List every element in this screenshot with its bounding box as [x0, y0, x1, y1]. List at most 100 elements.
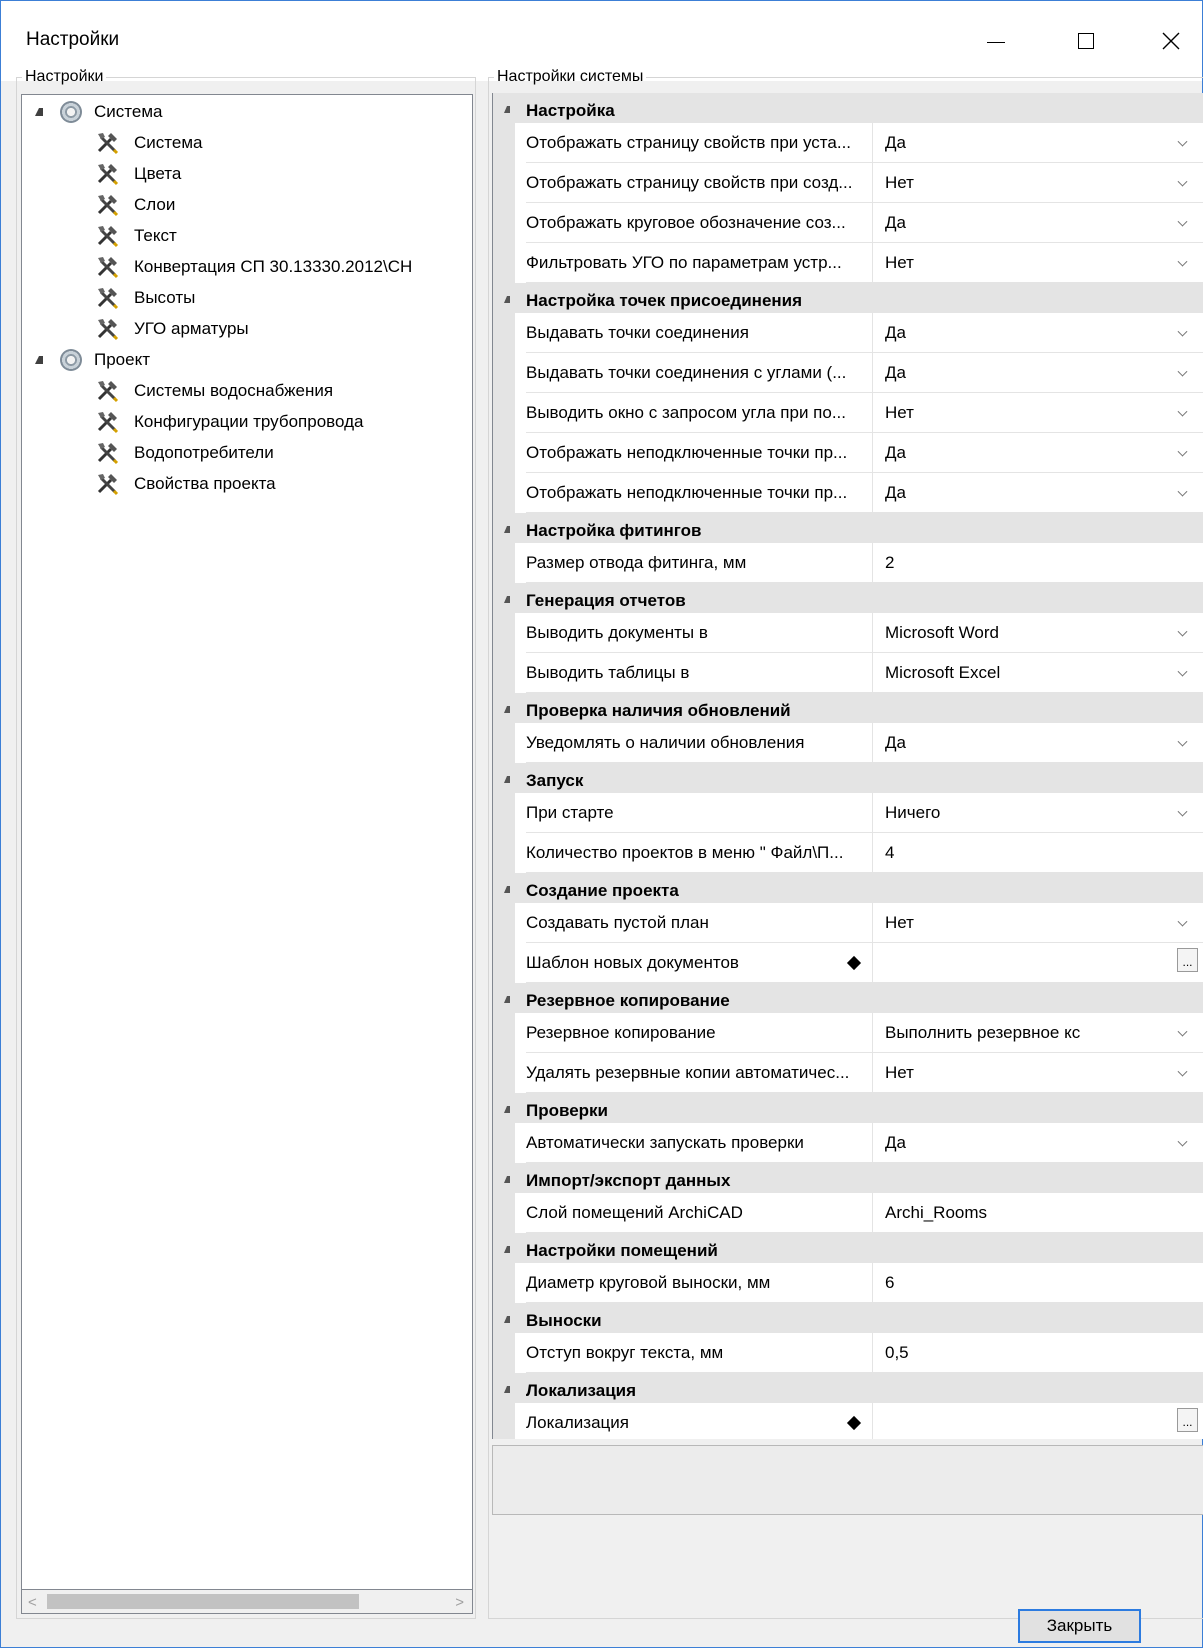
- property-row[interactable]: Выдавать точки соединения с углами (... Д…: [493, 353, 1203, 393]
- category-row[interactable]: Настройка фитингов: [493, 513, 1203, 543]
- collapse-arrow-icon[interactable]: [504, 106, 510, 113]
- chevron-down-icon[interactable]: [1177, 1066, 1188, 1077]
- property-row[interactable]: Локализация...: [493, 1403, 1203, 1439]
- chevron-down-icon[interactable]: [1177, 626, 1188, 637]
- tree-leaf[interactable]: Свойства проекта: [96, 469, 276, 499]
- tree-leaf[interactable]: Высоты: [96, 283, 195, 313]
- property-value-field[interactable]: 2: [872, 543, 1203, 583]
- chevron-down-icon[interactable]: [1177, 736, 1188, 747]
- chevron-down-icon[interactable]: [1177, 256, 1188, 267]
- property-row[interactable]: Выводить таблицы в Microsoft Excel: [493, 653, 1203, 693]
- settings-tree[interactable]: Система Система Цвета Слои Текст Конвертация …: [21, 94, 473, 1614]
- tree-leaf[interactable]: Цвета: [96, 159, 181, 189]
- collapse-arrow-icon[interactable]: [504, 886, 510, 893]
- property-row[interactable]: Создавать пустой план Нет: [493, 903, 1203, 943]
- collapse-arrow-icon[interactable]: [504, 1316, 510, 1323]
- close-button[interactable]: Закрыть: [1018, 1609, 1141, 1643]
- scroll-right-arrow-icon[interactable]: >: [455, 1594, 464, 1611]
- tree-leaf[interactable]: Текст: [96, 221, 177, 251]
- property-value-dropdown[interactable]: Выполнить резервное кс: [872, 1013, 1203, 1053]
- property-row[interactable]: Выводить окно с запросом угла при по... Н…: [493, 393, 1203, 433]
- category-row[interactable]: Запуск: [493, 763, 1203, 793]
- close-window-button[interactable]: [1141, 15, 1201, 67]
- scroll-thumb[interactable]: [47, 1594, 359, 1609]
- property-value-dropdown[interactable]: Нет: [872, 163, 1203, 203]
- property-value-field[interactable]: 0,5: [872, 1333, 1203, 1373]
- property-row[interactable]: Автоматически запускать проверки Да: [493, 1123, 1203, 1163]
- category-row[interactable]: Локализация: [493, 1373, 1203, 1403]
- chevron-down-icon[interactable]: [1177, 1136, 1188, 1147]
- tree-leaf[interactable]: Системы водоснабжения: [96, 376, 333, 406]
- property-row[interactable]: Отображать неподключенные точки пр... Да: [493, 433, 1203, 473]
- category-row[interactable]: Импорт/экспорт данных: [493, 1163, 1203, 1193]
- property-row[interactable]: Уведомлять о наличии обновления Да: [493, 723, 1203, 763]
- tree-leaf[interactable]: Конфигурации трубопровода: [96, 407, 363, 437]
- property-value-dropdown[interactable]: Нет: [872, 903, 1203, 943]
- collapse-arrow-icon[interactable]: [504, 1106, 510, 1113]
- property-row[interactable]: Отображать страницу свойств при уста... Д…: [493, 123, 1203, 163]
- category-row[interactable]: Создание проекта: [493, 873, 1203, 903]
- chevron-down-icon[interactable]: [1177, 176, 1188, 187]
- property-row[interactable]: Отображать круговое обозначение соз... Да: [493, 203, 1203, 243]
- browse-button[interactable]: ...: [1177, 948, 1198, 972]
- property-row[interactable]: Фильтровать УГО по параметрам устр... Нет: [493, 243, 1203, 283]
- property-row[interactable]: Количество проектов в меню " Файл\П... 4: [493, 833, 1203, 873]
- property-value-field[interactable]: Archi_Rooms: [872, 1193, 1203, 1233]
- tree-node-project[interactable]: Проект: [30, 345, 150, 375]
- chevron-down-icon[interactable]: [1177, 916, 1188, 927]
- collapse-arrow-icon[interactable]: [504, 1386, 510, 1393]
- property-row[interactable]: При старте Ничего: [493, 793, 1203, 833]
- collapse-arrow-icon[interactable]: [504, 1176, 510, 1183]
- property-row[interactable]: Выводить документы в Microsoft Word: [493, 613, 1203, 653]
- collapse-arrow-icon[interactable]: [504, 1246, 510, 1253]
- category-row[interactable]: Проверка наличия обновлений: [493, 693, 1203, 723]
- property-value-dropdown[interactable]: Да: [872, 123, 1203, 163]
- property-value-dropdown[interactable]: Нет: [872, 1053, 1203, 1093]
- property-value-field[interactable]: 6: [872, 1263, 1203, 1303]
- property-row[interactable]: Выдавать точки соединения Да: [493, 313, 1203, 353]
- property-row[interactable]: Слой помещений ArchiCAD Archi_Rooms: [493, 1193, 1203, 1233]
- browse-button[interactable]: ...: [1177, 1408, 1198, 1432]
- chevron-down-icon[interactable]: [1177, 806, 1188, 817]
- chevron-down-icon[interactable]: [1177, 366, 1188, 377]
- property-value-dropdown[interactable]: Да: [872, 313, 1203, 353]
- category-row[interactable]: Генерация отчетов: [493, 583, 1203, 613]
- property-value-dropdown[interactable]: Microsoft Excel: [872, 653, 1203, 693]
- chevron-down-icon[interactable]: [1177, 446, 1188, 457]
- maximize-button[interactable]: [1056, 15, 1116, 67]
- category-row[interactable]: Резервное копирование: [493, 983, 1203, 1013]
- property-row[interactable]: Резервное копирование Выполнить резервное…: [493, 1013, 1203, 1053]
- property-row[interactable]: Удалять резервные копии автоматичес... Не…: [493, 1053, 1203, 1093]
- property-value-dropdown[interactable]: Да: [872, 473, 1203, 513]
- expand-arrow-icon[interactable]: [35, 108, 43, 116]
- collapse-arrow-icon[interactable]: [504, 706, 510, 713]
- chevron-down-icon[interactable]: [1177, 1026, 1188, 1037]
- chevron-down-icon[interactable]: [1177, 216, 1188, 227]
- chevron-down-icon[interactable]: [1177, 136, 1188, 147]
- property-value-dropdown[interactable]: Ничего: [872, 793, 1203, 833]
- collapse-arrow-icon[interactable]: [504, 526, 510, 533]
- chevron-down-icon[interactable]: [1177, 406, 1188, 417]
- property-value-dropdown[interactable]: Да: [872, 1123, 1203, 1163]
- collapse-arrow-icon[interactable]: [504, 596, 510, 603]
- property-value-field[interactable]: 4: [872, 833, 1203, 873]
- category-row[interactable]: Настройка: [493, 93, 1203, 123]
- property-value-dropdown[interactable]: Да: [872, 433, 1203, 473]
- tree-leaf[interactable]: Конвертация СП 30.13330.2012\СН: [96, 252, 412, 282]
- category-row[interactable]: Проверки: [493, 1093, 1203, 1123]
- property-row[interactable]: Отступ вокруг текста, мм 0,5: [493, 1333, 1203, 1373]
- property-value-dropdown[interactable]: Microsoft Word: [872, 613, 1203, 653]
- property-row[interactable]: Диаметр круговой выноски, мм 6: [493, 1263, 1203, 1303]
- property-row[interactable]: Размер отвода фитинга, мм 2: [493, 543, 1203, 583]
- tree-horizontal-scrollbar[interactable]: < >: [21, 1589, 473, 1614]
- collapse-arrow-icon[interactable]: [504, 996, 510, 1003]
- category-row[interactable]: Выноски: [493, 1303, 1203, 1333]
- tree-leaf[interactable]: Система: [96, 128, 202, 158]
- property-value-dropdown[interactable]: Нет: [872, 243, 1203, 283]
- tree-leaf[interactable]: УГО арматуры: [96, 314, 249, 344]
- property-value-field[interactable]: ...: [872, 943, 1203, 983]
- property-value-dropdown[interactable]: Нет: [872, 393, 1203, 433]
- category-row[interactable]: Настройка точек присоединения: [493, 283, 1203, 313]
- collapse-arrow-icon[interactable]: [504, 776, 510, 783]
- expand-arrow-icon[interactable]: [35, 356, 43, 364]
